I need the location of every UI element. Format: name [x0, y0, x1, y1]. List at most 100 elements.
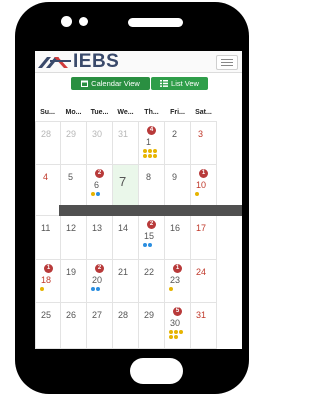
- weekday-label: Su...: [40, 109, 55, 116]
- event-count-badge[interactable]: 2: [95, 169, 104, 178]
- list-view-button[interactable]: List Vew: [151, 77, 208, 90]
- day-cell[interactable]: 28: [113, 303, 139, 349]
- day-cell[interactable]: 28: [35, 121, 61, 165]
- event-count-badge[interactable]: 4: [147, 126, 156, 135]
- event-dot-yellow[interactable]: [153, 154, 157, 158]
- day-cell[interactable]: 22: [139, 260, 165, 303]
- day-number: 31: [118, 129, 129, 139]
- logo[interactable]: IEBS: [38, 52, 119, 72]
- event-dot-blue[interactable]: [143, 243, 147, 247]
- day-number: 27: [92, 310, 103, 320]
- event-count-badge[interactable]: 1: [199, 169, 208, 178]
- event-dot-yellow[interactable]: [148, 149, 152, 153]
- day-number: 26: [66, 310, 77, 320]
- day-cell[interactable]: 29: [61, 121, 87, 165]
- event-dot-yellow[interactable]: [148, 154, 152, 158]
- day-cell[interactable]: 12: [61, 216, 87, 260]
- day-cell[interactable]: 31: [191, 303, 217, 349]
- day-number: 22: [144, 267, 155, 277]
- event-dot-blue[interactable]: [96, 287, 100, 291]
- day-cell[interactable]: 16: [165, 216, 191, 260]
- event-dot-yellow[interactable]: [169, 287, 173, 291]
- event-dot-yellow[interactable]: [169, 330, 173, 334]
- camera-icon: [61, 16, 72, 27]
- event-dot-yellow[interactable]: [143, 154, 147, 158]
- day-cell[interactable]: 5 30: [165, 303, 191, 349]
- event-dot-yellow[interactable]: [169, 335, 173, 339]
- day-number: 14: [118, 223, 129, 233]
- day-number: 17: [196, 223, 207, 233]
- day-cell[interactable]: 19: [61, 260, 87, 303]
- event-count-badge[interactable]: 1: [44, 264, 53, 273]
- day-cell[interactable]: 14: [113, 216, 139, 260]
- event-dot-blue[interactable]: [91, 287, 95, 291]
- day-cell[interactable]: 2 20: [87, 260, 113, 303]
- calendar-view-label: Calendar View: [91, 79, 140, 88]
- event-dot-yellow[interactable]: [153, 149, 157, 153]
- event-dot-yellow[interactable]: [174, 330, 178, 334]
- day-cell[interactable]: 31: [113, 121, 139, 165]
- app-screen: IEBS Calendar View List Vew Su... Mo... Tu…: [35, 51, 242, 349]
- home-button[interactable]: [130, 358, 183, 384]
- weekday-label: We...: [117, 109, 134, 116]
- day-cell[interactable]: 3: [191, 121, 217, 165]
- event-dot-yellow[interactable]: [195, 192, 199, 196]
- day-number: 11: [41, 223, 51, 233]
- day-cell[interactable]: 24: [191, 260, 217, 303]
- list-view-label: List Vew: [171, 79, 199, 88]
- event-dot-blue[interactable]: [96, 192, 100, 196]
- weekday-label: Sat...: [195, 109, 212, 116]
- event-dot-yellow[interactable]: [179, 330, 183, 334]
- event-count-badge[interactable]: 5: [173, 307, 182, 316]
- day-cell[interactable]: 13: [87, 216, 113, 260]
- day-cell[interactable]: 17: [191, 216, 217, 260]
- day-number: 20: [92, 275, 103, 285]
- day-number: 23: [170, 275, 181, 285]
- day-cell[interactable]: 30: [87, 121, 113, 165]
- day-cell[interactable]: 29: [139, 303, 165, 349]
- day-cell[interactable]: 4: [35, 165, 61, 216]
- day-cell[interactable]: 25: [35, 303, 61, 349]
- day-cell[interactable]: 11: [35, 216, 61, 260]
- day-number: 31: [196, 310, 207, 320]
- event-count-badge[interactable]: 2: [147, 220, 156, 229]
- day-number: 16: [170, 223, 181, 233]
- event-dot-blue[interactable]: [148, 243, 152, 247]
- event-count-badge[interactable]: 2: [95, 264, 104, 273]
- event-dot-yellow[interactable]: [40, 287, 44, 291]
- day-cell[interactable]: 21: [113, 260, 139, 303]
- day-number: 9: [172, 172, 178, 182]
- event-dot-yellow[interactable]: [143, 149, 147, 153]
- menu-toggle-button[interactable]: [216, 55, 238, 70]
- day-cell[interactable]: 27: [87, 303, 113, 349]
- day-cell[interactable]: 1 23: [165, 260, 191, 303]
- day-number: 25: [41, 310, 52, 320]
- speaker-grille: [128, 18, 183, 27]
- day-number: 8: [146, 172, 152, 182]
- list-icon: [160, 79, 169, 87]
- day-number: 4: [43, 172, 49, 182]
- weekday-label: Th...: [144, 109, 159, 116]
- day-number: 2: [172, 129, 178, 139]
- day-number: 1: [146, 137, 152, 147]
- calendar-view-button[interactable]: Calendar View: [71, 77, 150, 90]
- day-number: 5: [68, 172, 74, 182]
- day-number: 30: [170, 318, 181, 328]
- day-number: 13: [92, 223, 103, 233]
- weekday-label: Mo...: [65, 109, 82, 116]
- day-cell[interactable]: 2 15: [139, 216, 165, 260]
- day-number: 24: [196, 267, 207, 277]
- event-dot-yellow[interactable]: [91, 192, 95, 196]
- navbar: IEBS: [35, 51, 242, 73]
- day-cell[interactable]: 26: [61, 303, 87, 349]
- week-separator-bar: [59, 205, 242, 216]
- day-cell[interactable]: 1 18: [35, 260, 61, 303]
- day-number: 18: [41, 275, 52, 285]
- day-number: 10: [196, 180, 207, 190]
- sensor-icon: [79, 17, 88, 26]
- event-count-badge[interactable]: 1: [173, 264, 182, 273]
- day-cell[interactable]: 41: [139, 121, 165, 165]
- weekday-label: Tue...: [90, 109, 109, 116]
- day-cell[interactable]: 2: [165, 121, 191, 165]
- event-dot-yellow[interactable]: [174, 335, 178, 339]
